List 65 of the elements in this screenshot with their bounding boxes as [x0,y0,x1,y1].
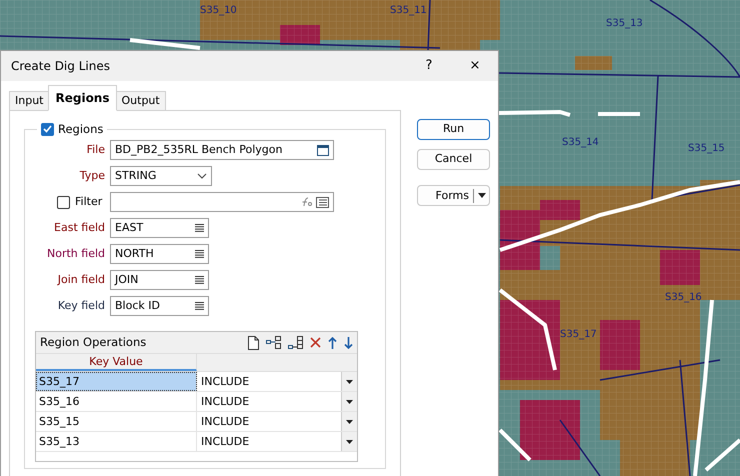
table-cell[interactable]: INCLUDE [197,372,341,391]
field-label: Join field [56,272,106,288]
caret-down-icon[interactable] [478,193,486,198]
map-label: S35_15 [688,144,725,154]
list-icon[interactable] [195,276,204,284]
arrow-down-icon[interactable] [344,336,353,348]
map-label: S35_17 [560,330,597,340]
tab[interactable]: Regions [48,85,116,111]
file-field[interactable]: BD_PB2_535RL Bench Polygon [110,140,334,160]
table-cell[interactable]: INCLUDE [197,412,341,431]
run-button[interactable]: Run [417,119,490,140]
group-label: Regions [58,121,104,137]
map-label: S35_13 [606,19,643,29]
field-label: File [86,142,106,158]
tab[interactable]: Output [116,90,166,110]
field-label: North field [46,246,106,262]
dropdown-button[interactable] [341,432,357,451]
forms-button[interactable]: Forms [417,185,490,206]
arrow-up-icon[interactable] [328,336,337,348]
field-label: Type [78,168,106,184]
table-cell[interactable]: S35_17 [36,372,197,391]
list-icon[interactable] [195,250,204,258]
caret-down-icon[interactable] [346,420,353,424]
field-label: East field [53,220,106,236]
table-cell[interactable]: S35_16 [36,392,197,411]
map-label: S35_16 [665,293,702,303]
checkbox[interactable] [41,122,54,136]
map-label: S35_10 [200,6,237,16]
tab[interactable]: Input [9,90,50,110]
browse-icon[interactable] [317,144,329,156]
add-row-icon[interactable] [266,336,281,349]
dropdown-button[interactable] [341,372,357,391]
insert-row-icon[interactable] [288,336,303,350]
chevron-down-icon[interactable] [197,173,207,179]
map-label: S35_14 [562,138,599,148]
caret-down-icon[interactable] [346,380,353,384]
window-title: Create Dig Lines [11,58,111,75]
field-label: Filter [75,194,102,210]
field-label: Key field [56,298,106,314]
close-button[interactable]: × [452,56,498,76]
map-label: S35_11 [390,6,427,16]
caret-down-icon[interactable] [346,400,353,404]
delete-icon[interactable] [310,337,321,348]
list-icon[interactable] [195,224,204,232]
field-selector[interactable]: NORTH [110,244,209,264]
type-dropdown[interactable]: STRING [110,166,212,186]
field-selector[interactable]: EAST [110,218,209,238]
new-document-icon[interactable] [248,336,259,350]
caret-down-icon[interactable] [346,440,353,444]
list-icon[interactable] [195,302,204,310]
field-selector[interactable]: JOIN [110,270,209,290]
dropdown-button[interactable] [341,392,357,411]
table-cell[interactable]: S35_15 [36,412,197,431]
cancel-button[interactable]: Cancel [417,149,490,170]
field-selector[interactable]: Block ID [110,296,209,316]
table-cell[interactable]: INCLUDE [197,432,341,451]
function-icon[interactable] [300,197,312,207]
dropdown-button[interactable] [341,412,357,431]
grid-title: Region Operations [40,334,148,351]
list-icon[interactable] [316,196,329,208]
help-button[interactable]: ? [406,56,452,76]
filter-field[interactable] [110,192,334,212]
table-cell[interactable]: S35_13 [36,432,197,451]
table-cell[interactable]: INCLUDE [197,392,341,411]
checkbox[interactable] [57,196,70,208]
